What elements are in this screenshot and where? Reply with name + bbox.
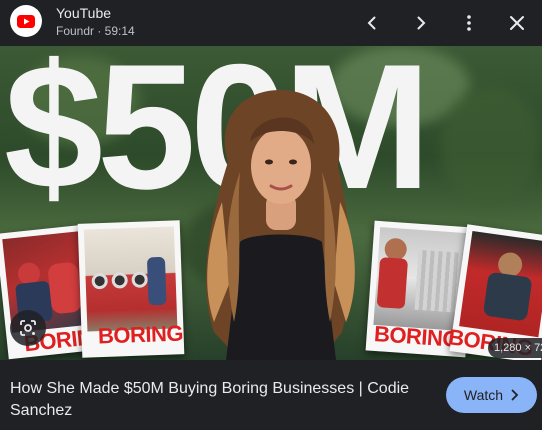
image-dimensions-badge: 1,280 × 72 — [488, 338, 542, 358]
close-button[interactable] — [503, 9, 531, 37]
chevron-right-icon — [417, 16, 426, 30]
previous-button[interactable] — [358, 9, 386, 37]
chevron-left-icon — [367, 16, 376, 30]
video-title[interactable]: How She Made $50M Buying Boring Business… — [10, 378, 430, 422]
more-options-button[interactable] — [455, 9, 483, 37]
google-lens-button[interactable] — [10, 310, 46, 346]
channel-duration: Foundr · 59:14 — [56, 24, 135, 38]
host-portrait — [206, 90, 355, 360]
more-vert-icon — [467, 15, 471, 31]
google-lens-icon — [20, 320, 36, 336]
watch-button[interactable]: Watch — [446, 377, 537, 413]
video-thumbnail[interactable]: $50M BORING BORING BORING BO — [0, 46, 542, 360]
panel-header: YouTube Foundr · 59:14 — [0, 0, 542, 46]
watch-button-label: Watch — [463, 387, 504, 403]
next-button[interactable] — [407, 9, 435, 37]
photo-vending-machine — [459, 230, 542, 338]
chevron-right-icon — [511, 389, 519, 401]
youtube-logo-icon — [10, 5, 42, 37]
photo-laundromat — [83, 226, 178, 332]
background-foliage — [440, 86, 540, 206]
close-icon — [510, 16, 524, 30]
result-footer: How She Made $50M Buying Boring Business… — [0, 360, 542, 430]
app-name: YouTube — [56, 5, 112, 21]
